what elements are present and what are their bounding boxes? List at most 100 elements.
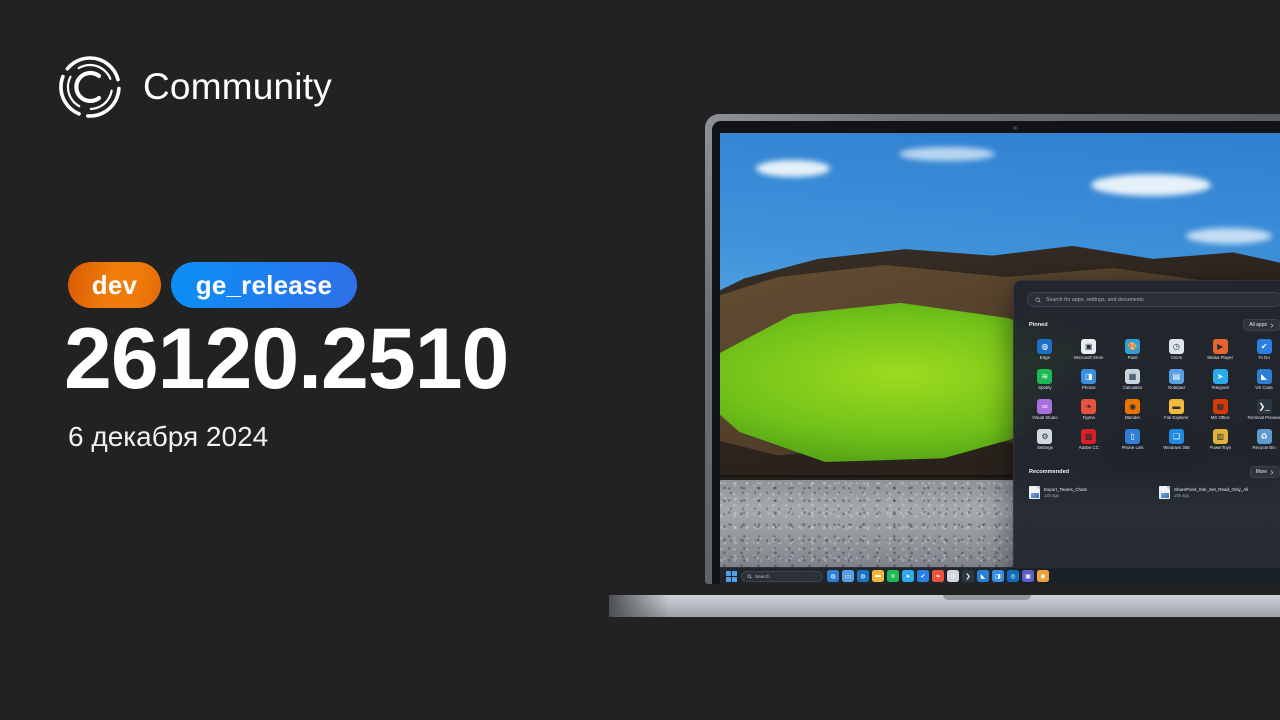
taskbar-search-box[interactable]: Search [741, 570, 823, 582]
ms-office-icon: ▦ [1212, 398, 1228, 414]
pinned-app-powertoys[interactable]: ▥ PowerToys [1198, 426, 1242, 454]
windows-365-icon: ❑ [1168, 428, 1184, 444]
pinned-app-vs-code[interactable]: ◣ VS Code [1242, 366, 1280, 394]
photos-icon[interactable]: ◨ [992, 570, 1004, 582]
cloud-shape [1186, 227, 1273, 244]
photos-icon: ◨ [1081, 368, 1097, 384]
pinned-app-label: Edge [1039, 356, 1051, 360]
pinned-app-media-player[interactable]: ▶ Media Player [1198, 336, 1242, 364]
recommended-item[interactable]: SharePoint_Site_Set_Read_Only_All 15h ago [1156, 483, 1280, 502]
clock-icon[interactable]: ◷ [947, 570, 959, 582]
adobe-cc-icon: ▩ [1081, 428, 1097, 444]
brand-name: Community [143, 66, 332, 107]
outlook-icon[interactable]: ◎ [1007, 570, 1019, 582]
to-do-icon: ✔ [1256, 339, 1272, 354]
visual-studio-icon: ∞ [1037, 398, 1053, 414]
pinned-app-label: VS Code [1255, 385, 1273, 390]
pinned-app-label: Calculator [1122, 385, 1143, 390]
telegram-icon[interactable]: ➤ [902, 570, 914, 582]
pinned-app-calculator[interactable]: ▦ Calculator [1111, 366, 1155, 394]
pinned-app-windows-365[interactable]: ❑ Windows 365 [1154, 426, 1198, 454]
pinned-app-ms-office[interactable]: ▦ MS Office [1198, 396, 1242, 424]
vs-code-icon[interactable]: ◣ [977, 570, 989, 582]
pinned-app-recycle-bin[interactable]: ♻ Recycle Bin [1242, 426, 1280, 454]
pinned-app-photos[interactable]: ◨ Photos [1067, 366, 1111, 394]
pinned-app-visual-studio[interactable]: ∞ Visual Studio [1023, 396, 1067, 424]
notepad-icon: ▤ [1168, 368, 1184, 384]
start-menu[interactable]: Search for apps, settings, and documents… [1013, 280, 1280, 584]
pinned-app-label: Media Player [1207, 356, 1234, 360]
pinned-app-label: To Do [1258, 356, 1270, 360]
to-do-icon[interactable]: ✔ [917, 570, 929, 582]
pinned-app-edge[interactable]: ◍ Edge [1023, 336, 1067, 364]
chevron-right-icon [1270, 470, 1274, 475]
chevron-right-icon [1270, 323, 1274, 327]
vs-code-icon: ◣ [1256, 368, 1272, 384]
cloud-shape [1090, 173, 1211, 196]
document-icon [1029, 486, 1040, 500]
pinned-app-label: Figma [1082, 415, 1095, 420]
pinned-app-spotify[interactable]: ≋ Spotify [1023, 366, 1067, 394]
pinned-app-file-explorer[interactable]: ▬ File Explorer [1154, 396, 1198, 424]
pinned-app-label: Terminal Preview [1247, 415, 1280, 420]
pinned-apps-grid[interactable]: ◍ Edge ▣ Microsoft Store 🎨 Paint ◷ Clock ▶ Media … [1014, 336, 1280, 453]
taskbar-app-icons[interactable]: ◍ ▭ ◍ ▬ ≋ ➤ ✔ ❧ ◷ ❯ ◣ ◨ ◎ ▣ ◉ [827, 570, 1049, 582]
pinned-app-label: Photos [1081, 385, 1096, 390]
taskbar[interactable]: Search ◍ ▭ ◍ ▬ ≋ ➤ ✔ ❧ ◷ ❯ ◣ ◨ ◎ ▣ ◉ [720, 567, 1280, 584]
calculator-icon: ▦ [1125, 368, 1141, 384]
settings-gear-icon: ⚙ [1037, 428, 1053, 444]
recommended-header: Recommended More [1029, 466, 1280, 479]
laptop-device: Search for apps, settings, and documents… [609, 114, 1280, 617]
laptop-base [609, 595, 1280, 617]
media-player-icon: ▶ [1212, 339, 1228, 354]
pinned-app-telegram[interactable]: ➤ Telegram [1198, 366, 1242, 394]
cloud-shape [899, 146, 996, 161]
pinned-app-label: Blender [1125, 415, 1141, 420]
terminal-icon[interactable]: ❯ [962, 570, 974, 582]
teams-icon[interactable]: ▣ [1022, 570, 1034, 582]
power-toys-icon: ▥ [1212, 428, 1228, 444]
windows-start-icon[interactable] [726, 570, 737, 582]
brand-lockup: Community [55, 52, 332, 122]
document-icon [1159, 486, 1170, 500]
spotify-icon[interactable]: ≋ [887, 570, 899, 582]
recommended-item[interactable]: Export_Teams_Chats 14h ago [1026, 483, 1153, 502]
promo-banner: Community dev ge_release 26120.2510 6 де… [0, 0, 1280, 720]
pinned-app-blender[interactable]: ◉ Blender [1111, 396, 1155, 424]
pinned-app-to-do[interactable]: ✔ To Do [1242, 336, 1280, 364]
telegram-icon: ➤ [1212, 368, 1228, 384]
pinned-app-adobe-cc[interactable]: ▩ Adobe CC [1067, 426, 1111, 454]
start-search-input[interactable]: Search for apps, settings, and documents [1027, 292, 1280, 307]
pinned-app-microsoft-store[interactable]: ▣ Microsoft Store [1067, 336, 1111, 364]
pinned-app-phone-link[interactable]: ▯ Phone Link [1111, 426, 1155, 454]
recycle-bin-icon: ♻ [1256, 428, 1272, 444]
recommended-item-time: 14h ago [1044, 493, 1060, 499]
pinned-app-notepad[interactable]: ▤ Notepad [1154, 366, 1198, 394]
chrome-icon[interactable]: ◉ [1037, 570, 1049, 582]
edge-icon[interactable]: ◍ [857, 570, 869, 582]
pinned-app-clock[interactable]: ◷ Clock [1154, 336, 1198, 364]
laptop-lid: Search for apps, settings, and documents… [705, 114, 1280, 584]
build-number: 26120.2510 [64, 311, 509, 407]
more-label: More [1255, 469, 1267, 476]
more-button[interactable]: More [1249, 466, 1280, 479]
terminal-icon: ❯_ [1256, 398, 1272, 414]
pinned-app-paint[interactable]: 🎨 Paint [1111, 336, 1155, 364]
task-view-icon[interactable]: ▭ [842, 570, 854, 582]
laptop-base-notch [943, 595, 1031, 600]
file-explorer-icon: ▬ [1168, 398, 1184, 414]
file-explorer-icon[interactable]: ▬ [872, 570, 884, 582]
pinned-app-settings[interactable]: ⚙ Settings [1023, 426, 1067, 454]
badge-dev[interactable]: dev [68, 262, 161, 308]
copilot-icon[interactable]: ◍ [827, 570, 839, 582]
community-logo-svg [59, 56, 121, 118]
recommended-list[interactable]: Export_Teams_Chats 14h ago SharePoint_Site… [1014, 483, 1280, 502]
all-apps-button[interactable]: All apps [1243, 319, 1280, 331]
badge-ge-release[interactable]: ge_release [171, 262, 357, 308]
pinned-app-label: Clock [1170, 356, 1182, 360]
pinned-app-label: Adobe CC [1078, 445, 1099, 450]
edge-icon: ◍ [1037, 339, 1053, 354]
figma-icon[interactable]: ❧ [932, 570, 944, 582]
pinned-app-figma[interactable]: ❧ Figma [1067, 396, 1111, 424]
pinned-app-terminal-preview[interactable]: ❯_ Terminal Preview [1242, 396, 1280, 424]
